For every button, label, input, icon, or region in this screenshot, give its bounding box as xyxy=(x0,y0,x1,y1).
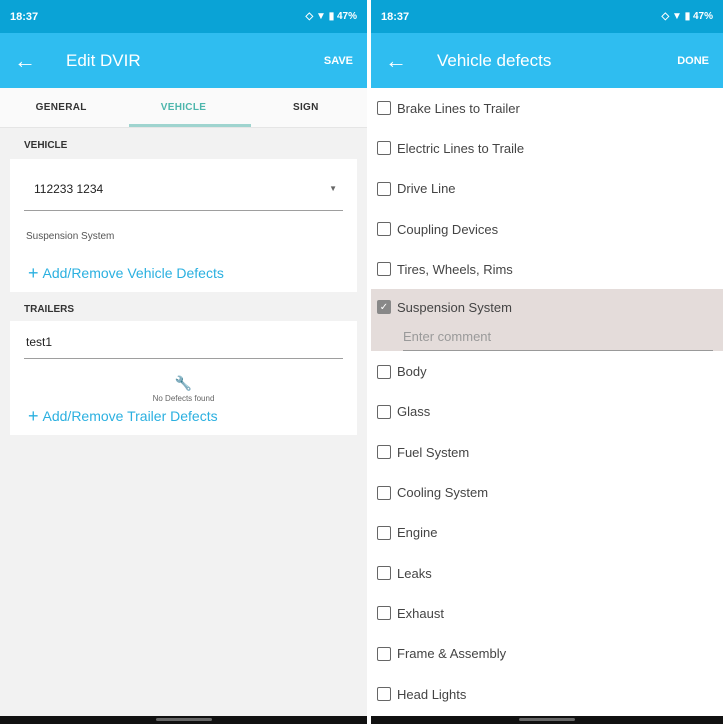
navigation-bar xyxy=(371,716,723,724)
status-time: 18:37 xyxy=(10,10,39,23)
checkbox-icon[interactable] xyxy=(377,262,391,277)
defect-label: Glass xyxy=(397,404,431,420)
app-bar: ← Vehicle defects DONE xyxy=(371,33,723,88)
vehicle-section-label: VEHICLE xyxy=(24,140,68,151)
defect-label: Brake Lines to Trailer xyxy=(397,100,520,116)
checkbox-icon[interactable] xyxy=(377,181,391,196)
status-time: 18:37 xyxy=(381,10,410,23)
defect-label: Tires, Wheels, Rims xyxy=(397,261,513,277)
defect-item[interactable]: Frame & Assembly xyxy=(371,634,723,674)
add-trailer-defects-label: Add/Remove Trailer Defects xyxy=(42,408,218,424)
back-arrow-icon[interactable]: ← xyxy=(385,49,415,72)
defect-item[interactable]: Tires, Wheels, Rims xyxy=(371,249,723,289)
defect-label: Engine xyxy=(397,525,438,541)
no-defects-text: No Defects found xyxy=(152,394,215,403)
defect-label: Frame & Assembly xyxy=(397,646,507,662)
status-bar: 18:37 ◇ ▼ ▮ 47% xyxy=(371,0,723,33)
tab-vehicle[interactable]: VEHICLE xyxy=(122,88,244,127)
defect-label: Suspension System xyxy=(397,299,512,315)
vehicle-selected-value: 112233 1234 xyxy=(34,181,104,196)
defect-label: Leaks xyxy=(397,565,432,581)
checkbox-icon[interactable] xyxy=(377,687,391,701)
back-arrow-icon[interactable]: ← xyxy=(14,49,44,72)
defect-item[interactable]: Leaks xyxy=(371,553,723,593)
defect-item[interactable]: Drive Line xyxy=(371,169,723,209)
checkbox-icon[interactable] xyxy=(377,485,391,500)
checkbox-icon[interactable] xyxy=(377,404,391,419)
defect-label: Fuel System xyxy=(397,444,470,460)
status-icons: ◇ ▼ ▮ 47% xyxy=(661,11,713,22)
plus-icon: + xyxy=(28,263,39,283)
done-button[interactable]: DONE xyxy=(677,55,709,67)
defect-item[interactable]: Head Lights xyxy=(371,674,723,714)
trailers-section-label: TRAILERS xyxy=(24,304,74,315)
defect-label: Electric Lines to Traile xyxy=(397,140,525,156)
wrench-icon: 🔧 xyxy=(174,375,193,391)
defect-item[interactable]: Brake Lines to Trailer xyxy=(371,88,723,128)
checkbox-icon[interactable] xyxy=(377,364,391,379)
selected-defect-block: ✓ Suspension System Enter comment xyxy=(371,289,723,352)
edit-dvir-screen: 18:37 ◇ ▼ ▮ 47% ← Edit DVIR SAVE GENERAL… xyxy=(0,0,367,724)
checkbox-icon[interactable] xyxy=(377,646,391,661)
add-remove-vehicle-defects-link[interactable]: + Add/Remove Vehicle Defects xyxy=(28,264,343,282)
defect-label: Exhaust xyxy=(397,605,444,621)
tab-sign[interactable]: SIGN xyxy=(245,88,367,127)
navigation-bar xyxy=(0,716,367,724)
checkbox-icon[interactable] xyxy=(377,101,391,116)
page-title: Vehicle defects xyxy=(437,50,552,70)
tab-general[interactable]: GENERAL xyxy=(0,88,122,127)
defect-item[interactable]: Glass xyxy=(371,392,723,432)
vehicle-dropdown[interactable]: 112233 1234 ▼ xyxy=(24,167,343,211)
vehicle-defect-text: Suspension System xyxy=(26,231,115,242)
trailer-field[interactable]: test1 xyxy=(24,325,343,359)
defect-item[interactable]: Cooling System xyxy=(371,472,723,512)
active-tab-indicator xyxy=(129,124,251,127)
checkbox-checked-icon[interactable]: ✓ xyxy=(377,300,391,315)
dropdown-caret-icon: ▼ xyxy=(329,184,337,193)
defect-item[interactable]: Electric Lines to Traile xyxy=(371,128,723,168)
add-remove-trailer-defects-link[interactable]: + Add/Remove Trailer Defects xyxy=(28,407,343,425)
page-title: Edit DVIR xyxy=(66,50,141,70)
save-button[interactable]: SAVE xyxy=(324,55,353,67)
defect-label: Head Lights xyxy=(397,686,467,702)
defect-label: Body xyxy=(397,364,427,380)
defect-item[interactable]: Fuel System xyxy=(371,432,723,472)
defect-list: Brake Lines to Trailer Electric Lines to … xyxy=(371,88,723,714)
no-defects-state: 🔧 No Defects found xyxy=(24,375,343,403)
defect-item[interactable]: Engine xyxy=(371,513,723,553)
trailer-card: test1 🔧 No Defects found + Add/Remove Tr… xyxy=(10,321,357,435)
defect-item[interactable]: Body xyxy=(371,351,723,391)
defect-item[interactable]: Exhaust xyxy=(371,593,723,633)
status-icons: ◇ ▼ ▮ 47% xyxy=(305,11,357,22)
app-bar: ← Edit DVIR SAVE xyxy=(0,33,367,88)
tab-bar: GENERAL VEHICLE SIGN xyxy=(0,88,367,128)
add-vehicle-defects-label: Add/Remove Vehicle Defects xyxy=(42,265,224,281)
defect-label: Drive Line xyxy=(397,181,456,197)
defect-item[interactable]: Coupling Devices xyxy=(371,209,723,249)
vehicle-card: 112233 1234 ▼ Suspension System + Add/Re… xyxy=(10,159,357,292)
vehicle-defects-screen: 18:37 ◇ ▼ ▮ 47% ← Vehicle defects DONE B… xyxy=(371,0,723,724)
checkbox-icon[interactable] xyxy=(377,525,391,540)
checkbox-icon[interactable] xyxy=(377,222,391,237)
checkbox-icon[interactable] xyxy=(377,141,391,156)
home-gesture-pill[interactable] xyxy=(519,718,575,721)
home-gesture-pill[interactable] xyxy=(155,718,212,721)
checkbox-icon[interactable] xyxy=(377,445,391,460)
defect-label: Cooling System xyxy=(397,485,489,501)
defect-comment-input[interactable]: Enter comment xyxy=(403,325,713,352)
checkbox-icon[interactable] xyxy=(377,566,391,581)
checkbox-icon[interactable] xyxy=(377,606,391,621)
defect-label: Coupling Devices xyxy=(397,221,499,237)
status-bar: 18:37 ◇ ▼ ▮ 47% xyxy=(0,0,367,33)
plus-icon: + xyxy=(28,406,39,426)
defect-item[interactable]: ✓ Suspension System xyxy=(371,289,723,325)
